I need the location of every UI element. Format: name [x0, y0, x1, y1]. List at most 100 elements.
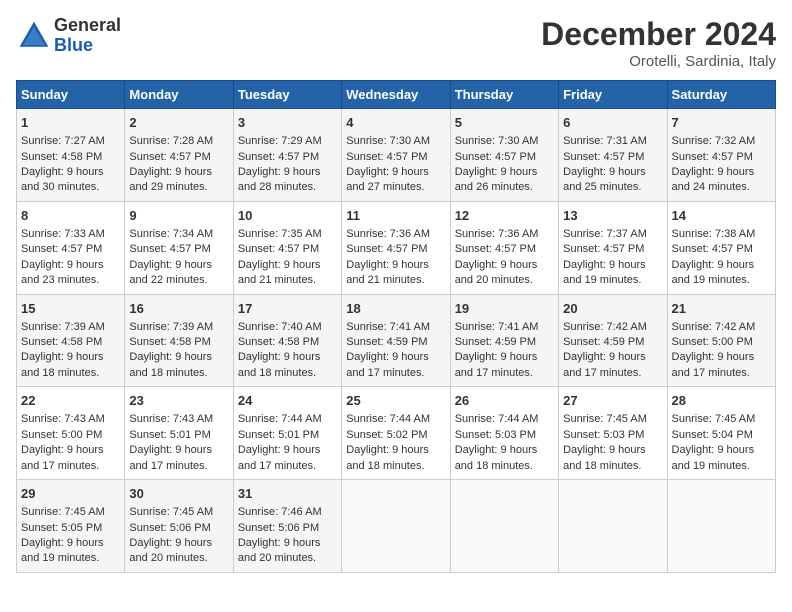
- calendar-cell: [450, 480, 558, 573]
- day-info: and 17 minutes.: [672, 366, 771, 381]
- day-info: Daylight: 9 hours: [455, 258, 554, 273]
- day-info: Sunrise: 7:36 AM: [346, 227, 445, 242]
- page-header: General Blue December 2024 Orotelli, Sar…: [16, 16, 776, 70]
- day-info: Sunrise: 7:39 AM: [21, 320, 120, 335]
- day-info: Daylight: 9 hours: [21, 443, 120, 458]
- day-info: Sunset: 4:58 PM: [21, 335, 120, 350]
- day-info: Sunset: 4:57 PM: [455, 242, 554, 257]
- calendar-cell: 10Sunrise: 7:35 AMSunset: 4:57 PMDayligh…: [233, 201, 341, 294]
- day-info: Sunset: 4:57 PM: [238, 242, 337, 257]
- day-info: and 26 minutes.: [455, 180, 554, 195]
- day-info: Daylight: 9 hours: [238, 165, 337, 180]
- calendar-cell: 23Sunrise: 7:43 AMSunset: 5:01 PMDayligh…: [125, 387, 233, 480]
- day-info: Daylight: 9 hours: [346, 165, 445, 180]
- day-number: 16: [129, 300, 228, 318]
- day-number: 3: [238, 114, 337, 132]
- day-info: Sunrise: 7:44 AM: [238, 412, 337, 427]
- day-info: Sunset: 4:59 PM: [346, 335, 445, 350]
- day-number: 13: [563, 207, 662, 225]
- day-info: Sunset: 4:57 PM: [346, 242, 445, 257]
- day-info: Sunrise: 7:46 AM: [238, 505, 337, 520]
- day-info: Sunset: 4:57 PM: [21, 242, 120, 257]
- day-number: 10: [238, 207, 337, 225]
- day-info: and 20 minutes.: [455, 273, 554, 288]
- day-info: and 17 minutes.: [129, 459, 228, 474]
- column-header-wednesday: Wednesday: [342, 81, 450, 109]
- day-info: Sunrise: 7:45 AM: [672, 412, 771, 427]
- day-info: Sunrise: 7:42 AM: [563, 320, 662, 335]
- day-info: Sunset: 5:06 PM: [129, 521, 228, 536]
- calendar-cell: 2Sunrise: 7:28 AMSunset: 4:57 PMDaylight…: [125, 109, 233, 202]
- day-info: and 27 minutes.: [346, 180, 445, 195]
- day-info: Sunrise: 7:30 AM: [346, 134, 445, 149]
- day-number: 21: [672, 300, 771, 318]
- column-header-sunday: Sunday: [17, 81, 125, 109]
- day-info: Daylight: 9 hours: [129, 258, 228, 273]
- day-info: and 21 minutes.: [238, 273, 337, 288]
- day-info: Sunset: 4:58 PM: [238, 335, 337, 350]
- calendar-cell: 17Sunrise: 7:40 AMSunset: 4:58 PMDayligh…: [233, 294, 341, 387]
- day-number: 19: [455, 300, 554, 318]
- title-block: December 2024 Orotelli, Sardinia, Italy: [541, 16, 776, 70]
- logo-icon: [16, 18, 52, 54]
- calendar-cell: 9Sunrise: 7:34 AMSunset: 4:57 PMDaylight…: [125, 201, 233, 294]
- calendar-cell: 14Sunrise: 7:38 AMSunset: 4:57 PMDayligh…: [667, 201, 775, 294]
- day-info: and 23 minutes.: [21, 273, 120, 288]
- calendar-cell: 28Sunrise: 7:45 AMSunset: 5:04 PMDayligh…: [667, 387, 775, 480]
- calendar-week-5: 29Sunrise: 7:45 AMSunset: 5:05 PMDayligh…: [17, 480, 776, 573]
- day-number: 29: [21, 485, 120, 503]
- month-title: December 2024: [541, 16, 776, 53]
- calendar-cell: 6Sunrise: 7:31 AMSunset: 4:57 PMDaylight…: [559, 109, 667, 202]
- calendar-cell: 3Sunrise: 7:29 AMSunset: 4:57 PMDaylight…: [233, 109, 341, 202]
- day-info: and 18 minutes.: [129, 366, 228, 381]
- day-info: Sunset: 4:57 PM: [346, 150, 445, 165]
- calendar-cell: 1Sunrise: 7:27 AMSunset: 4:58 PMDaylight…: [17, 109, 125, 202]
- day-info: Sunrise: 7:30 AM: [455, 134, 554, 149]
- day-info: Sunrise: 7:42 AM: [672, 320, 771, 335]
- column-header-friday: Friday: [559, 81, 667, 109]
- header-row: SundayMondayTuesdayWednesdayThursdayFrid…: [17, 81, 776, 109]
- day-info: and 29 minutes.: [129, 180, 228, 195]
- day-info: Daylight: 9 hours: [563, 258, 662, 273]
- logo: General Blue: [16, 16, 121, 56]
- day-info: Sunrise: 7:41 AM: [346, 320, 445, 335]
- column-header-tuesday: Tuesday: [233, 81, 341, 109]
- day-number: 26: [455, 392, 554, 410]
- logo-general-text: General: [54, 16, 121, 36]
- day-info: and 19 minutes.: [563, 273, 662, 288]
- day-number: 2: [129, 114, 228, 132]
- day-info: Sunrise: 7:43 AM: [21, 412, 120, 427]
- day-number: 8: [21, 207, 120, 225]
- day-info: Sunset: 4:57 PM: [455, 150, 554, 165]
- day-info: Sunrise: 7:33 AM: [21, 227, 120, 242]
- day-info: Sunrise: 7:29 AM: [238, 134, 337, 149]
- day-info: Sunrise: 7:45 AM: [563, 412, 662, 427]
- calendar-cell: 31Sunrise: 7:46 AMSunset: 5:06 PMDayligh…: [233, 480, 341, 573]
- day-info: Sunrise: 7:41 AM: [455, 320, 554, 335]
- day-info: and 24 minutes.: [672, 180, 771, 195]
- calendar-cell: 4Sunrise: 7:30 AMSunset: 4:57 PMDaylight…: [342, 109, 450, 202]
- day-info: Sunset: 4:59 PM: [455, 335, 554, 350]
- day-info: Daylight: 9 hours: [346, 350, 445, 365]
- day-info: and 18 minutes.: [346, 459, 445, 474]
- day-info: Sunrise: 7:43 AM: [129, 412, 228, 427]
- calendar-cell: 7Sunrise: 7:32 AMSunset: 4:57 PMDaylight…: [667, 109, 775, 202]
- column-header-saturday: Saturday: [667, 81, 775, 109]
- day-info: and 22 minutes.: [129, 273, 228, 288]
- day-info: Daylight: 9 hours: [346, 443, 445, 458]
- day-info: Sunset: 4:57 PM: [129, 242, 228, 257]
- day-info: Sunset: 4:57 PM: [129, 150, 228, 165]
- calendar-cell: 29Sunrise: 7:45 AMSunset: 5:05 PMDayligh…: [17, 480, 125, 573]
- day-info: and 17 minutes.: [346, 366, 445, 381]
- day-number: 22: [21, 392, 120, 410]
- day-info: and 21 minutes.: [346, 273, 445, 288]
- day-number: 5: [455, 114, 554, 132]
- day-info: Daylight: 9 hours: [563, 443, 662, 458]
- calendar-cell: 20Sunrise: 7:42 AMSunset: 4:59 PMDayligh…: [559, 294, 667, 387]
- day-info: Daylight: 9 hours: [672, 350, 771, 365]
- day-info: Sunset: 5:00 PM: [21, 428, 120, 443]
- day-info: Sunset: 4:58 PM: [129, 335, 228, 350]
- day-info: Daylight: 9 hours: [238, 258, 337, 273]
- day-info: and 20 minutes.: [129, 551, 228, 566]
- day-info: and 18 minutes.: [455, 459, 554, 474]
